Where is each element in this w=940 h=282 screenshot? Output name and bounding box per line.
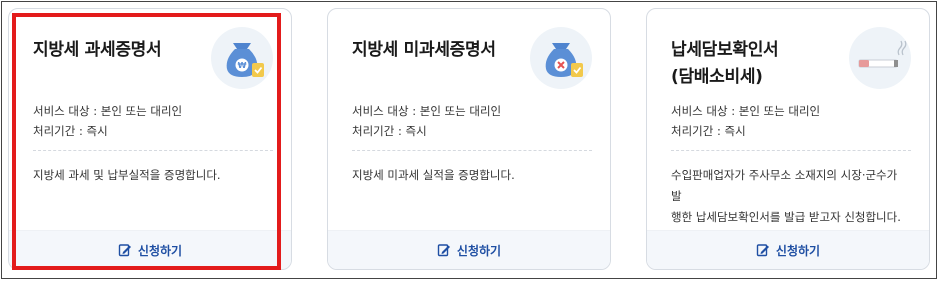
card-description: 지방세 미과세 실적을 증명합니다. bbox=[352, 168, 515, 182]
card-non-tax-certificate[interactable]: 지방세 미과세증명서 서비스 대상 : 본인 또는 대리인 처리기간 : 즉시 … bbox=[327, 8, 611, 270]
card-tax-security-confirmation[interactable]: 납세담보확인서 (담배소비세) 서비스 대상 : 본인 또는 대리인 처리기간 … bbox=[646, 8, 930, 270]
edit-document-icon bbox=[756, 243, 770, 257]
card-title: 지방세 미과세증명서 bbox=[352, 40, 496, 60]
card-description-line2: 행한 납세담보확인서를 발급 받고자 신청합니다. bbox=[671, 210, 901, 224]
apply-button[interactable]: 신청하기 bbox=[9, 230, 291, 269]
apply-label: 신청하기 bbox=[456, 243, 502, 258]
card-title: 납세담보확인서 (담배소비세) bbox=[671, 37, 851, 91]
edit-document-icon bbox=[437, 243, 451, 257]
divider bbox=[352, 150, 592, 151]
service-target: 서비스 대상 : 본인 또는 대리인 bbox=[352, 104, 502, 118]
card-title-line1: 납세담보확인서 bbox=[671, 40, 779, 60]
service-target: 서비스 대상 : 본인 또는 대리인 bbox=[33, 104, 183, 118]
processing-time: 처리기간 : 즉시 bbox=[671, 124, 746, 138]
card-meta: 서비스 대상 : 본인 또는 대리인 처리기간 : 즉시 bbox=[352, 101, 501, 141]
apply-label: 신청하기 bbox=[775, 243, 821, 258]
card-description: 지방세 과세 및 납부실적을 증명합니다. bbox=[33, 168, 221, 182]
processing-time: 처리기간 : 즉시 bbox=[352, 124, 427, 138]
card-title: 지방세 과세증명서 bbox=[33, 40, 162, 60]
svg-text:₩: ₩ bbox=[238, 61, 247, 70]
apply-label: 신청하기 bbox=[137, 243, 183, 258]
card-description: 수입판매업자가 주사무소 소재지의 시장·군수가 발 행한 납세담보확인서를 발… bbox=[671, 165, 911, 228]
divider bbox=[671, 150, 911, 151]
edit-document-icon bbox=[118, 243, 132, 257]
apply-button[interactable]: 신청하기 bbox=[328, 230, 610, 269]
service-target: 서비스 대상 : 본인 또는 대리인 bbox=[671, 104, 821, 118]
divider bbox=[33, 150, 273, 151]
card-meta: 서비스 대상 : 본인 또는 대리인 처리기간 : 즉시 bbox=[33, 101, 182, 141]
cigarette-icon bbox=[849, 27, 911, 89]
card-title-line2: (담배소비세) bbox=[671, 67, 763, 87]
apply-button[interactable]: 신청하기 bbox=[647, 230, 929, 269]
card-meta: 서비스 대상 : 본인 또는 대리인 처리기간 : 즉시 bbox=[671, 101, 820, 141]
card-description-line1: 수입판매업자가 주사무소 소재지의 시장·군수가 발 bbox=[671, 168, 898, 203]
money-bag-x-icon bbox=[530, 27, 592, 89]
processing-time: 처리기간 : 즉시 bbox=[33, 124, 108, 138]
money-bag-check-icon: ₩ bbox=[211, 27, 273, 89]
card-tax-certificate[interactable]: 지방세 과세증명서 ₩ 서비스 대상 : 본인 또는 대리인 처리기간 : 즉시… bbox=[8, 8, 292, 270]
